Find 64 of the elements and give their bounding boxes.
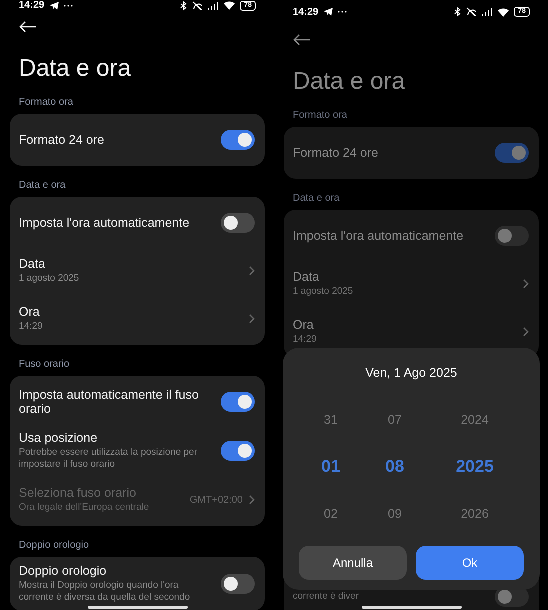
picker-value[interactable]: 2025 xyxy=(456,442,494,492)
section-header: Data e ora xyxy=(293,193,341,204)
setting-label[interactable]: Formato 24 ore xyxy=(293,146,489,160)
setting-label[interactable]: Data xyxy=(19,257,243,271)
toggle-switch[interactable] xyxy=(495,143,529,163)
setting-description: 14:29 xyxy=(19,321,44,333)
picker-value[interactable]: 08 xyxy=(386,442,404,492)
page-title: Data e ora xyxy=(19,55,132,83)
picker-value[interactable]: 01 xyxy=(322,442,340,492)
section-header: Formato ora xyxy=(19,97,74,108)
setting-label[interactable]: Imposta l'ora automaticamente xyxy=(293,229,489,243)
wifi-icon xyxy=(498,8,510,16)
status-time: 14:29 xyxy=(19,0,45,11)
cancel-button[interactable]: Annulla xyxy=(299,546,407,580)
setting-value: GMT+02:00 xyxy=(190,494,243,506)
setting-description: Mostra il Doppio orologio quando l'ora corrente è diversa da quella del secondo xyxy=(19,580,192,604)
setting-description: 14:29 xyxy=(293,334,318,346)
dialog-title: Ven, 1 Ago 2025 xyxy=(366,366,458,380)
setting-label[interactable]: Formato 24 ore xyxy=(19,133,215,147)
picker-value[interactable]: 2026 xyxy=(461,492,489,536)
setting-description: 1 agosto 2025 xyxy=(19,273,80,285)
slashed-icon xyxy=(192,0,204,10)
chevron-icon xyxy=(249,266,255,276)
signal-icon xyxy=(482,8,494,16)
telegram-icon xyxy=(50,2,59,10)
toggle-switch[interactable] xyxy=(221,392,255,412)
chevron-icon xyxy=(249,314,255,324)
picker-value[interactable]: 02 xyxy=(324,492,338,536)
toggle-switch[interactable] xyxy=(221,213,255,233)
chevron-icon xyxy=(523,279,529,289)
toggle-switch[interactable] xyxy=(221,574,255,594)
section-header: Data e ora xyxy=(19,180,67,191)
setting-label[interactable]: Ora xyxy=(19,305,243,319)
section-header: Doppio orologio xyxy=(19,540,90,551)
picker-value[interactable]: 07 xyxy=(388,398,402,442)
setting-label[interactable]: Ora xyxy=(293,318,517,332)
slashed-icon xyxy=(466,7,478,17)
setting-description: corrente è diver xyxy=(293,591,360,603)
toggle-switch[interactable] xyxy=(221,441,255,461)
toggle-switch[interactable] xyxy=(495,226,529,246)
chevron-icon xyxy=(523,327,529,337)
wifi-icon xyxy=(224,1,236,10)
setting-description: Potrebbe essere utilizzata la posizione per impostare il fuso orario xyxy=(19,447,198,471)
picker-value[interactable]: 09 xyxy=(388,492,402,536)
setting-label[interactable]: Data xyxy=(293,270,517,284)
setting-description: Ora legale dell'Europa centrale xyxy=(19,502,150,514)
bluetooth-icon xyxy=(454,7,462,17)
setting-label[interactable]: Imposta automaticamente il fuso orario xyxy=(19,388,215,416)
toggle-switch[interactable] xyxy=(221,130,255,150)
setting-description: 1 agosto 2025 xyxy=(293,286,354,298)
bluetooth-icon xyxy=(180,0,188,10)
telegram-icon xyxy=(324,8,333,16)
section-header: Formato ora xyxy=(293,110,348,121)
signal-icon xyxy=(208,2,220,10)
status-time: 14:29 xyxy=(293,6,319,18)
setting-label[interactable]: Usa posizione xyxy=(19,431,215,445)
picker-value[interactable]: 2024 xyxy=(461,398,489,442)
setting-label[interactable]: Doppio orologio xyxy=(19,564,215,578)
page-title: Data e ora xyxy=(293,68,406,96)
picker-value[interactable]: 31 xyxy=(324,398,338,442)
section-header: Fuso orario xyxy=(19,359,71,370)
chevron-icon xyxy=(249,495,255,505)
ok-button[interactable]: Ok xyxy=(416,546,524,580)
setting-label[interactable]: Imposta l'ora automaticamente xyxy=(19,216,215,230)
